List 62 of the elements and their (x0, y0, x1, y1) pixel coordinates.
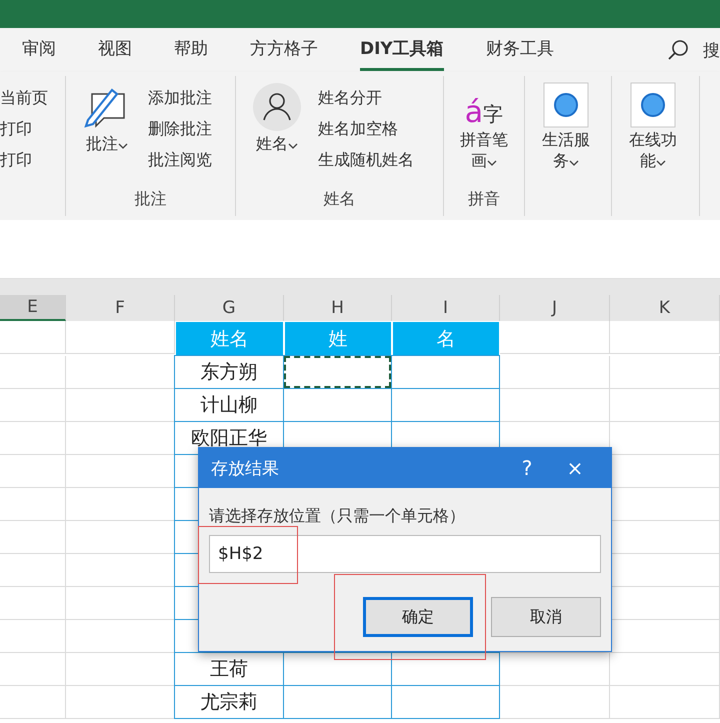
ribbon-item[interactable]: 打印 (0, 119, 48, 140)
column-header[interactable]: E (0, 295, 66, 321)
ribbon-button[interactable]: 生活服务 (535, 82, 597, 191)
prompt-label: 请选择存放位置（只需一个单元格） (209, 506, 466, 527)
caret-icon (288, 143, 298, 149)
ribbon-tab[interactable]: 财务工具 (486, 29, 574, 71)
ribbon-item[interactable]: 当前页 (0, 88, 48, 109)
column-header[interactable]: J (500, 295, 610, 321)
ribbon-button[interactable]: á字 拼音笔画 (454, 82, 514, 189)
ribbon-item[interactable]: 添加批注 (148, 88, 212, 109)
ribbon-tab[interactable]: 审阅 (22, 29, 76, 71)
ribbon-tab[interactable]: 视图 (98, 29, 152, 71)
ribbon-button[interactable]: 姓名 (246, 82, 308, 189)
dialog-title: 存放结果 (211, 458, 280, 480)
ribbon-item[interactable]: 批注阅览 (148, 150, 212, 171)
pinyin-icon: á字 (464, 82, 504, 128)
table-cell (0, 321, 66, 354)
header-cell: 名 (392, 321, 500, 356)
table-cell: 东方朔 (174, 355, 284, 389)
column-header[interactable]: K (610, 295, 720, 321)
table-cell (0, 488, 66, 521)
ribbon-item[interactable]: 生成随机姓名 (318, 150, 414, 171)
header-cell: 姓名 (175, 321, 284, 356)
column-header[interactable]: H (284, 295, 392, 321)
input-field[interactable]: $H$2 (209, 535, 601, 573)
ribbon-button[interactable]: 批注 (76, 82, 138, 189)
group-label: 姓名 (322, 189, 356, 210)
dialog-button[interactable]: 确定 (363, 597, 473, 637)
dialog-button[interactable]: 取消 (491, 597, 601, 637)
table-cell (0, 620, 66, 653)
ribbon-item[interactable]: 打印 (0, 150, 48, 171)
person-icon (252, 82, 302, 132)
caret-icon (487, 160, 497, 166)
ribbon-button[interactable]: 在线功能 (622, 82, 684, 191)
column-header[interactable]: I (392, 295, 500, 321)
table-cell (0, 389, 66, 422)
table-cell (0, 455, 66, 488)
table-cell (0, 422, 66, 455)
ribbon-tab[interactable]: 帮助 (174, 29, 228, 71)
search-icon[interactable] (667, 39, 689, 61)
ribbon-item[interactable]: 姓名分开 (318, 88, 414, 109)
search-label[interactable]: 搜 (703, 38, 720, 62)
ribbon-item[interactable]: 删除批注 (148, 119, 212, 140)
table-cell (0, 653, 66, 686)
table-cell (0, 686, 66, 719)
ribbon-tab[interactable]: 方方格子 (250, 29, 338, 71)
close-button[interactable]: × (551, 455, 599, 481)
caret-icon (569, 160, 579, 166)
group-label: 批注 (134, 189, 168, 210)
ribbon-item[interactable]: 姓名加空格 (318, 119, 414, 140)
help-button[interactable]: ? (503, 455, 551, 481)
table-cell (0, 356, 66, 389)
caret-icon (656, 160, 666, 166)
column-header[interactable]: G (175, 295, 284, 321)
table-cell: 尤宗莉 (174, 685, 284, 719)
group-label: 拼音 (467, 189, 501, 210)
table-cell (0, 554, 66, 587)
table-cell (0, 587, 66, 620)
column-header[interactable]: F (66, 295, 175, 321)
header-cell: 姓 (284, 321, 392, 356)
caret-icon (118, 143, 128, 149)
table-cell (0, 521, 66, 554)
